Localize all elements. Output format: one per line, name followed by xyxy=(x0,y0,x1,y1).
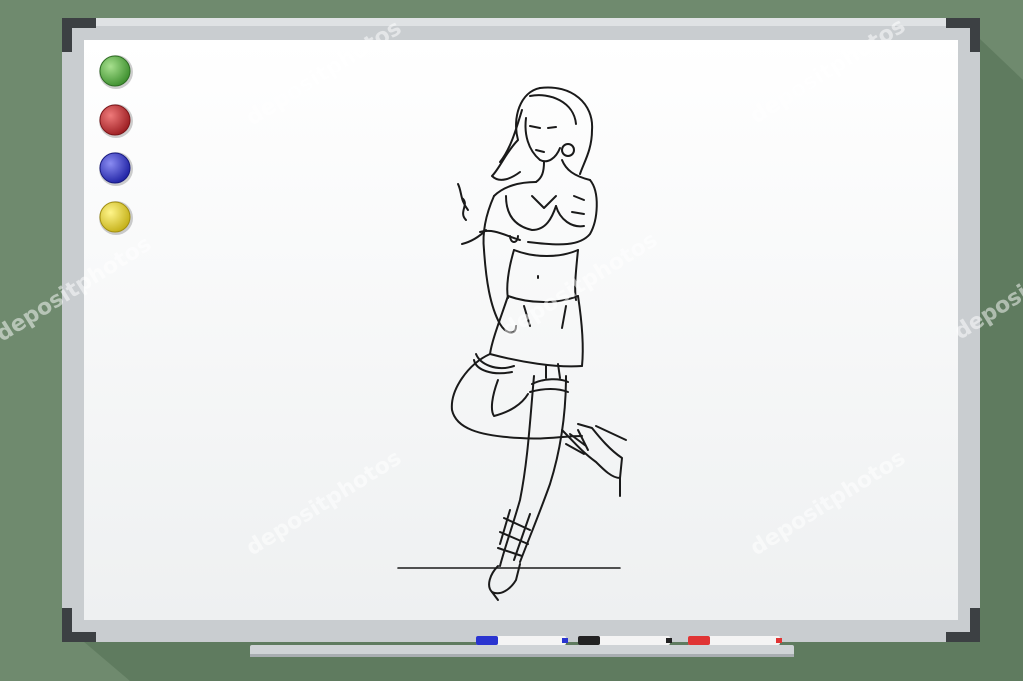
whiteboard-scene: depositphotos depositphotos depositphoto… xyxy=(0,0,1023,681)
magnet-yellow[interactable] xyxy=(99,201,133,235)
marker-red[interactable] xyxy=(688,636,782,645)
magnet-blue[interactable] xyxy=(99,152,133,186)
magnet-green[interactable] xyxy=(99,55,133,89)
marker-blue[interactable] xyxy=(476,636,568,645)
magnet-red[interactable] xyxy=(99,104,133,138)
marker-black[interactable] xyxy=(578,636,672,645)
